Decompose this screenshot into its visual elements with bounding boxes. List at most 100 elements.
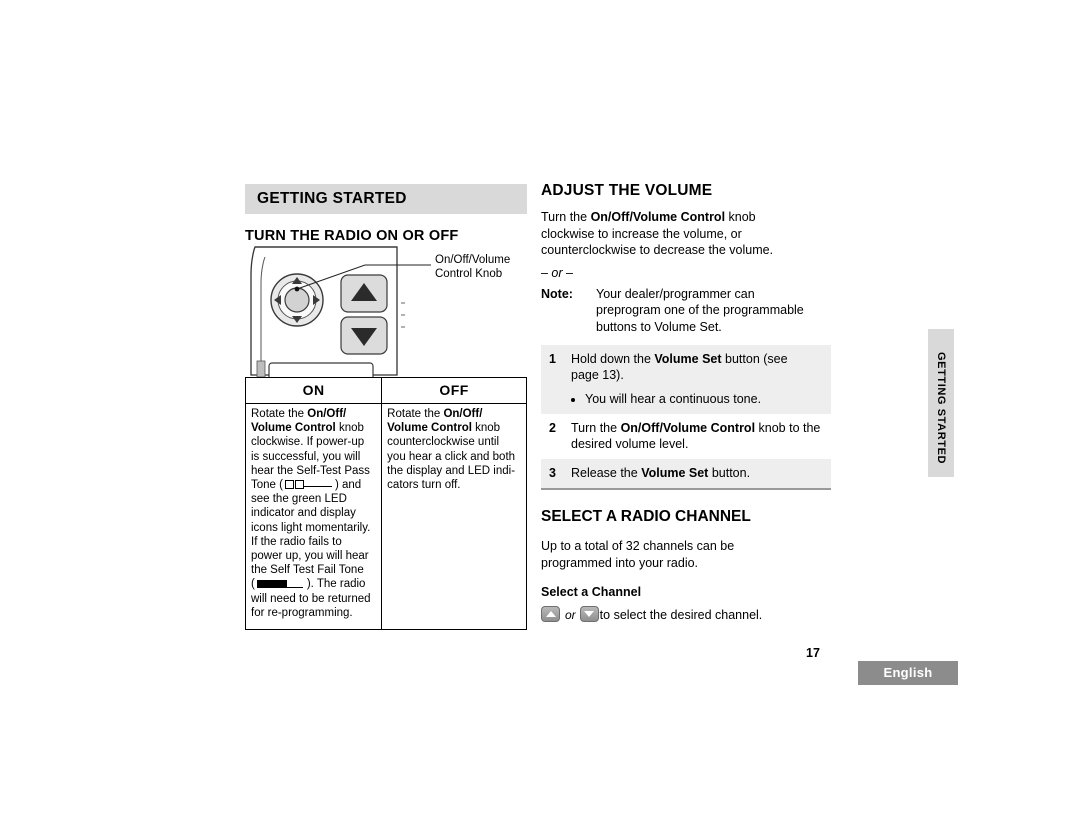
or-separator-text: – or –: [541, 265, 573, 280]
column-header-off: OFF: [381, 377, 527, 404]
manual-page: GETTING STARTED TURN THE RADIO ON OR OFF: [0, 0, 1080, 834]
off-text-6: cators turn off.: [387, 479, 461, 492]
side-tab-label: GETTING STARTED: [935, 352, 947, 465]
table-row: Rotate the On/Off/ Volume Control knob c…: [244, 403, 527, 630]
note-line-3: buttons to Volume Set.: [596, 319, 722, 334]
step1-post: button (see: [721, 352, 788, 366]
bullet-spacer: [541, 390, 564, 414]
off-bold-2: Volume Control: [387, 422, 472, 435]
step1-pre: Hold down the: [571, 352, 655, 366]
off-text-5: the display and LED indi-: [387, 464, 516, 477]
language-tab: English: [858, 661, 958, 685]
step3-pre: Release the: [571, 466, 642, 480]
on-text-7: see the green LED: [251, 493, 347, 506]
radio-illustration: On/Off/Volume Control Knob: [245, 243, 527, 394]
table-header-row: ON OFF: [244, 377, 527, 404]
on-bold-2: Volume Control: [251, 422, 336, 435]
on-text-14: will need to be returned: [251, 592, 371, 605]
on-text-2: knob: [335, 422, 364, 435]
off-text-1: Rotate the: [387, 408, 444, 420]
step1-bullet-cell: You will hear a continuous tone.: [564, 390, 831, 414]
step2-pre: Turn the: [571, 421, 621, 435]
section-banner: GETTING STARTED: [245, 184, 527, 214]
step-row-1: 1 Hold down the Volume Set button (see p…: [541, 345, 831, 390]
channel-up-icon[interactable]: [541, 606, 560, 622]
channel-line-2: programmed into your radio.: [541, 555, 699, 570]
column-header-on: ON: [244, 377, 383, 404]
left-column: GETTING STARTED TURN THE RADIO ON OR OFF: [245, 184, 527, 244]
step-row-2: 2 Turn the On/Off/Volume Control knob to…: [541, 414, 831, 459]
step-text-3: Release the Volume Set button.: [564, 459, 831, 488]
callout-line-2: Control Knob: [435, 268, 503, 280]
step2-bold: On/Off/Volume Control: [620, 421, 756, 435]
list-item: You will hear a continuous tone.: [585, 391, 825, 407]
step-text-1: Hold down the Volume Set button (see pag…: [564, 345, 831, 390]
subsection-heading-turn-radio-on-off: TURN THE RADIO ON OR OFF: [245, 228, 459, 244]
step3-bold: Volume Set: [641, 466, 709, 480]
volume-text-2: knob: [725, 210, 756, 224]
volume-text-3: clockwise to increase the volume, or: [541, 226, 742, 241]
note-line-1: Your dealer/programmer can: [596, 286, 755, 301]
on-text-11: power up, you will hear: [251, 550, 369, 563]
off-bold-1: On/Off/: [443, 408, 483, 420]
callout-label-onoff-volume-knob: On/Off/Volume Control Knob: [435, 253, 510, 281]
step-row-1-bullet: You will hear a continuous tone.: [541, 390, 831, 414]
off-text-4: you hear a click and both: [387, 450, 516, 463]
note-line-2: preprogram one of the programmable: [596, 303, 804, 317]
heading-adjust-the-volume: ADJUST THE VOLUME: [541, 182, 713, 199]
callout-line-1: On/Off/Volume: [435, 254, 511, 266]
step2-post: knob to the: [755, 421, 821, 435]
self-test-fail-tone-icon: [256, 579, 305, 589]
language-tab-label: English: [883, 665, 933, 680]
on-text-6b: ) and: [334, 479, 362, 492]
on-text-9: icons light momentarily.: [251, 521, 371, 534]
note-label: Note:: [541, 286, 573, 301]
on-text-12: the Self Test Fail Tone: [251, 564, 364, 577]
on-text-5: hear the Self-Test Pass: [251, 464, 370, 477]
off-text-3: counterclockwise until: [387, 436, 500, 449]
volume-steps-table: 1 Hold down the Volume Set button (see p…: [541, 345, 831, 488]
heading-select-a-channel: Select a Channel: [541, 585, 642, 599]
note-block: Note: Your dealer/programmer can preprog…: [541, 286, 831, 336]
on-text-10: If the radio fails to: [251, 535, 342, 548]
channel-paragraph: Up to a total of 32 channels can be prog…: [541, 538, 831, 571]
cell-off-instructions: Rotate the On/Off/ Volume Control knob c…: [381, 403, 527, 630]
cell-on-instructions: Rotate the On/Off/ Volume Control knob c…: [244, 403, 383, 630]
channel-or-text: or: [565, 608, 576, 622]
on-text-3: clockwise. If power-up: [251, 436, 365, 449]
steps-container: 1 Hold down the Volume Set button (see p…: [541, 345, 831, 490]
on-text-13a: (: [251, 578, 255, 591]
step2-line2: desired volume level.: [571, 437, 689, 451]
off-text-2: knob: [471, 422, 501, 435]
step-number-3: 3: [541, 459, 564, 488]
on-bold-1: On/Off/: [307, 408, 347, 420]
select-channel-instruction: or to select the desired channel.: [541, 606, 831, 624]
step3-post: button.: [708, 466, 751, 480]
volume-text-4: counterclockwise to decrease the volume.: [541, 243, 774, 257]
step1-line2: page 13).: [571, 368, 624, 382]
on-text-1: Rotate the: [251, 408, 308, 420]
select-channel-tail-text: to select the desired channel.: [599, 608, 763, 622]
step-text-2: Turn the On/Off/Volume Control knob to t…: [564, 414, 831, 459]
or-separator: – or –: [541, 266, 831, 280]
right-column: ADJUST THE VOLUME Turn the On/Off/Volume…: [541, 182, 831, 624]
channel-line-1: Up to a total of 32 channels can be: [541, 539, 735, 553]
side-tab-getting-started: GETTING STARTED: [928, 329, 954, 477]
volume-paragraph: Turn the On/Off/Volume Control knob cloc…: [541, 209, 831, 259]
on-text-8: indicator and display: [251, 507, 356, 520]
step-row-3: 3 Release the Volume Set button.: [541, 459, 831, 488]
volume-bold-1: On/Off/Volume Control: [590, 210, 726, 224]
step-number-1: 1: [541, 345, 564, 390]
step-number-2: 2: [541, 414, 564, 459]
page-number: 17: [806, 646, 820, 660]
note-body: Your dealer/programmer can preprogram on…: [596, 286, 831, 336]
on-text-13b: ). The radio: [306, 578, 366, 591]
channel-down-icon[interactable]: [579, 606, 599, 622]
on-text-4: is successful, you will: [251, 450, 361, 463]
step1-bold: Volume Set: [654, 352, 722, 366]
on-text-15: for re-programming.: [251, 606, 353, 619]
self-test-pass-tone-icon: [284, 480, 333, 490]
steps-bottom-rule: [541, 488, 831, 490]
volume-text-1: Turn the: [541, 210, 591, 224]
on-off-table: ON OFF Rotate the On/Off/ Volume Control…: [244, 377, 527, 630]
